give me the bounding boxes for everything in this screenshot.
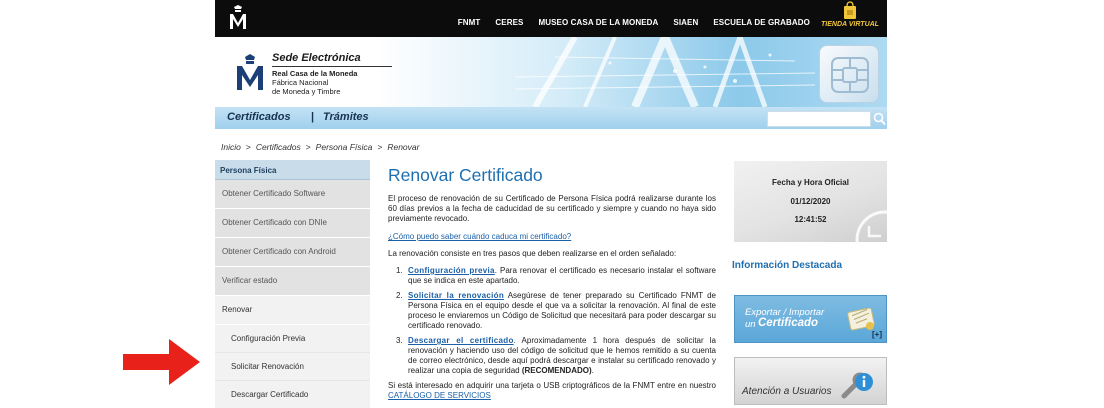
topnav-fnmt[interactable]: FNMT <box>458 18 481 27</box>
step-link-configuracion-previa[interactable]: Configuración previa <box>408 266 495 275</box>
export-import-banner[interactable]: Exportar / Importar un Certificado [+] <box>734 295 887 343</box>
wrench-info-icon <box>841 372 873 399</box>
nav-certificados[interactable]: Certificados <box>227 111 291 123</box>
expiry-question-link[interactable]: ¿Cómo puedo saber cuándo caduca mi certi… <box>388 232 716 241</box>
atencion-usuarios-label: Atención a Usuarios <box>742 386 832 397</box>
red-arrow-icon <box>123 339 200 385</box>
chip-icon <box>831 57 869 93</box>
sidebar-subitem-configuracion-previa[interactable]: Configuración Previa <box>215 325 370 353</box>
org-name-line3: de Moneda y Timbre <box>272 87 341 96</box>
step-link-solicitar-renovacion[interactable]: Solicitar la renovación <box>408 291 504 300</box>
main-content: Renovar Certificado El proceso de renova… <box>388 160 716 408</box>
page-title: Renovar Certificado <box>388 165 543 185</box>
info-destacada-title: Información Destacada <box>732 260 843 271</box>
breadcrumb-separator: > <box>377 142 383 152</box>
sidebar-item-verificar-estado[interactable]: Verificar estado <box>215 267 370 296</box>
topnav-museo[interactable]: MUSEO CASA DE LA MONEDA <box>538 18 658 27</box>
card-chip-image <box>819 45 879 103</box>
search-icon[interactable] <box>873 112 886 126</box>
topnav-escuela-grabado[interactable]: ESCUELA DE GRABADO <box>713 18 810 27</box>
export-line2a: un <box>745 319 756 330</box>
breadcrumb-inicio[interactable]: Inicio <box>221 142 241 152</box>
step-tail: . <box>591 366 594 375</box>
list-item: 2. Solicitar la renovación Asegúrese de t… <box>396 291 716 331</box>
breadcrumb-certificados[interactable]: Certificados <box>256 142 301 152</box>
sede-electronica-title: Sede Electrónica <box>272 52 361 64</box>
outro-paragraph: Si está interesado en adquirir una tarje… <box>388 381 716 401</box>
search-input[interactable] <box>767 111 871 127</box>
top-bar: FNMT CERES MUSEO CASA DE LA MONEDA SIAEN… <box>215 0 887 37</box>
breadcrumb: Inicio > Certificados > Persona Física > Renov… <box>221 142 419 152</box>
sidebar: Persona Física Obtener Certificado Softw… <box>215 160 370 408</box>
step-number: 3. <box>396 336 403 345</box>
topnav-siaen[interactable]: SIAEN <box>673 18 698 27</box>
org-name-line2: Fábrica Nacional <box>272 78 329 87</box>
sidebar-item-obtener-android[interactable]: Obtener Certificado con Android <box>215 238 370 267</box>
step-number: 1. <box>396 266 403 275</box>
official-time-box: Fecha y Hora Oficial 01/12/2020 12:41:52 <box>734 161 887 242</box>
intro-paragraph: El proceso de renovación de su Certifica… <box>388 194 716 223</box>
topnav-ceres[interactable]: CERES <box>495 18 523 27</box>
atencion-usuarios-banner[interactable]: Atención a Usuarios <box>734 357 887 405</box>
section-nav: Certificados | Trámites <box>215 107 887 129</box>
nav-separator: | <box>311 111 315 123</box>
top-nav: FNMT CERES MUSEO CASA DE LA MONEDA SIAEN… <box>458 18 810 27</box>
crest-logo-icon <box>237 54 263 90</box>
step-link-descargar-certificado[interactable]: Descargar el certificado <box>408 336 514 345</box>
clock-label: Fecha y Hora Oficial <box>772 178 849 187</box>
fnmt-logo-icon[interactable] <box>228 5 248 31</box>
list-item: 1. Configuración previa. Para renovar el … <box>396 266 716 286</box>
steps-list: 1. Configuración previa. Para renovar el … <box>388 266 716 376</box>
step-number: 2. <box>396 291 403 300</box>
sidebar-item-obtener-software[interactable]: Obtener Certificado Software <box>215 180 370 209</box>
sidebar-subitem-descargar-certificado[interactable]: Descargar Certificado <box>215 381 370 408</box>
sidebar-item-obtener-dnie[interactable]: Obtener Certificado con DNIe <box>215 209 370 238</box>
shopping-bag-icon <box>844 1 856 19</box>
recommended-label: (RECOMENDADO) <box>521 366 592 375</box>
nav-tramites[interactable]: Trámites <box>323 111 369 123</box>
export-line2b: Certificado <box>758 317 819 329</box>
breadcrumb-renovar: Renovar <box>387 142 420 152</box>
sidebar-subitem-solicitar-renovacion[interactable]: Solicitar Renovación <box>215 353 370 381</box>
steps-intro: La renovación consiste en tres pasos que… <box>388 249 677 258</box>
banner-decoration <box>515 37 815 107</box>
breadcrumb-separator: > <box>245 142 251 152</box>
tienda-virtual-link[interactable]: TIENDA VIRTUAL <box>821 1 879 28</box>
breadcrumb-persona-fisica[interactable]: Persona Física <box>316 142 373 152</box>
sidebar-heading: Persona Física <box>215 160 370 180</box>
sidebar-item-renovar[interactable]: Renovar <box>215 296 370 325</box>
export-more-link[interactable]: [+] <box>872 330 882 339</box>
title-divider <box>272 66 392 67</box>
breadcrumb-separator: > <box>305 142 311 152</box>
catalogo-servicios-link[interactable]: CATÁLOGO DE SERVICIOS <box>388 391 491 400</box>
clock-date: 01/12/2020 <box>790 197 831 206</box>
clock-decoration-icon <box>855 210 887 242</box>
outro-text: Si está interesado en adquirir una tarje… <box>388 381 716 390</box>
header-banner: Sede Electrónica Real Casa de la Moneda … <box>215 37 887 107</box>
list-item: 3. Descargar el certificado. Aproximadame… <box>396 336 716 376</box>
org-name-line1: Real Casa de la Moneda <box>272 69 358 78</box>
tienda-virtual-label: TIENDA VIRTUAL <box>821 21 879 28</box>
